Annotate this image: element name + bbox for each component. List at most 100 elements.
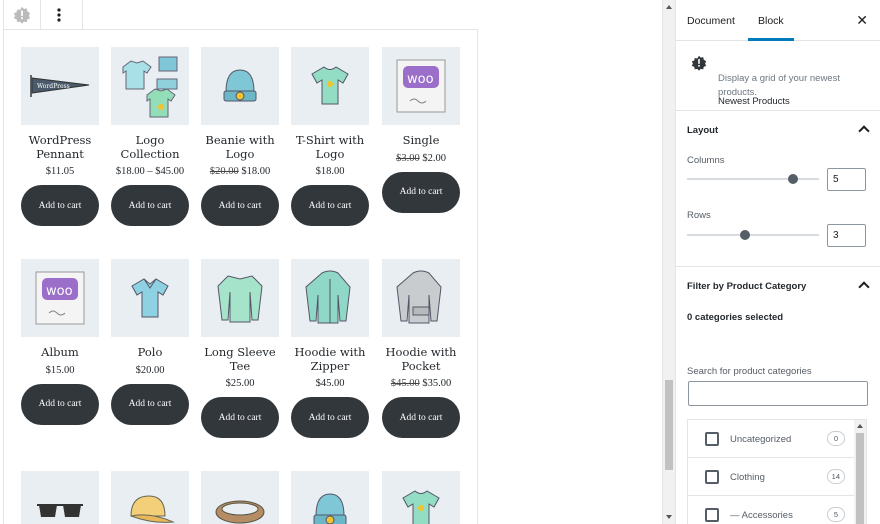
product-title[interactable]: T-Shirt with Logo <box>285 133 375 161</box>
woo-album-icon: woo <box>35 271 85 325</box>
add-to-cart-button[interactable]: Add to cart <box>291 397 369 438</box>
product-card <box>15 471 105 524</box>
product-image[interactable] <box>382 259 460 337</box>
category-name: Clothing <box>730 472 765 483</box>
category-item[interactable]: Clothing 14 <box>688 458 855 496</box>
add-to-cart-button[interactable]: Add to cart <box>382 171 460 213</box>
product-title[interactable]: Beanie with Logo <box>195 133 285 161</box>
category-list: Uncategorized 0 Clothing 14 — Accessorie… <box>687 419 867 524</box>
scroll-up-icon[interactable] <box>666 5 672 9</box>
rows-label: Rows <box>687 210 711 221</box>
category-filter-toggle[interactable]: Filter by Product Category <box>676 267 880 307</box>
add-to-cart-button[interactable]: Add to cart <box>201 397 279 438</box>
product-image[interactable] <box>201 47 279 125</box>
block-type-button[interactable] <box>4 0 40 29</box>
category-item[interactable]: Uncategorized 0 <box>688 420 855 458</box>
block-toolbar <box>3 0 83 30</box>
category-filter-panel: Filter by Product Category <box>676 267 880 307</box>
product-card: Hoodie with Pocket $45.00 $35.00 Add to ca… <box>376 259 466 438</box>
scrollbar-thumb[interactable] <box>856 433 864 524</box>
more-options-button[interactable] <box>40 0 76 29</box>
product-image[interactable]: WordPress <box>21 47 99 125</box>
product-image[interactable]: woo <box>21 259 99 337</box>
svg-text:woo: woo <box>407 72 434 87</box>
tab-document[interactable]: Document <box>687 0 735 41</box>
product-image[interactable] <box>111 259 189 337</box>
product-price: $3.00 $2.00 <box>376 153 466 164</box>
star-burst-icon <box>13 6 31 24</box>
rows-slider-handle[interactable] <box>740 230 751 240</box>
sidebar-tabs: Document Block ✕ <box>676 0 880 41</box>
product-current-price: $18.00 <box>315 166 345 177</box>
scrollbar-thumb[interactable] <box>665 380 673 470</box>
category-checkbox[interactable] <box>705 432 719 446</box>
product-current-price: $18.00 <box>241 166 271 177</box>
category-item[interactable]: — Accessories 5 <box>688 496 855 524</box>
product-image[interactable] <box>291 471 369 524</box>
product-title[interactable]: WordPress Pennant <box>15 133 105 161</box>
rows-slider[interactable] <box>687 230 819 240</box>
columns-input[interactable]: 5 <box>827 168 866 191</box>
layout-panel-toggle[interactable]: Layout <box>676 111 880 151</box>
product-image[interactable] <box>201 259 279 337</box>
scroll-up-icon[interactable] <box>857 424 863 428</box>
layout-panel: Layout Columns 5 Rows 3 <box>676 111 880 267</box>
scroll-down-icon[interactable] <box>666 515 672 519</box>
tshirt-icon <box>402 490 440 524</box>
product-title[interactable]: Single <box>376 133 466 148</box>
product-price: $45.00 <box>285 378 375 389</box>
category-checkbox[interactable] <box>705 470 719 484</box>
tab-block[interactable]: Block <box>748 0 794 41</box>
add-to-cart-button[interactable]: Add to cart <box>21 185 99 226</box>
hoodie-icon <box>396 270 442 324</box>
product-image[interactable] <box>21 471 99 524</box>
add-to-cart-button[interactable]: Add to cart <box>201 185 279 226</box>
product-image[interactable] <box>291 259 369 337</box>
product-title[interactable]: Polo <box>105 345 195 360</box>
product-title[interactable]: Hoodie with Pocket <box>376 345 466 373</box>
columns-slider-handle[interactable] <box>787 174 798 184</box>
product-card: WordPress WordPress Pennant $11.05 Add to c… <box>15 47 105 226</box>
product-card: woo Album $15.00 Add to cart <box>15 259 105 425</box>
product-image[interactable]: woo <box>382 47 460 125</box>
product-card <box>285 471 375 524</box>
cap-icon <box>130 495 175 523</box>
product-title[interactable]: Long Sleeve Tee <box>195 345 285 373</box>
settings-sidebar: Document Block ✕ Newest Products Display… <box>675 0 880 524</box>
rows-input[interactable]: 3 <box>827 224 866 247</box>
product-current-price: $45.00 <box>315 378 345 389</box>
add-to-cart-button[interactable]: Add to cart <box>21 383 99 425</box>
product-card: woo Single $3.00 $2.00 Add to cart <box>376 47 466 213</box>
add-to-cart-button[interactable]: Add to cart <box>291 185 369 226</box>
product-card <box>195 471 285 524</box>
columns-slider[interactable] <box>687 174 819 184</box>
close-icon[interactable]: ✕ <box>856 13 868 27</box>
product-price: $18.00 <box>285 166 375 177</box>
product-price: $15.00 <box>15 365 105 376</box>
product-image[interactable] <box>111 47 189 125</box>
category-search-input[interactable] <box>688 381 868 406</box>
canvas-scrollbar[interactable] <box>662 0 675 524</box>
product-price: $25.00 <box>195 378 285 389</box>
product-title[interactable]: Hoodie with Zipper <box>285 345 375 373</box>
product-current-price: $18.00 – $45.00 <box>115 166 185 177</box>
editor-canvas: WordPress WordPress Pennant $11.05 Add to c… <box>0 0 662 524</box>
layout-panel-title: Layout <box>687 125 719 136</box>
add-to-cart-button[interactable]: Add to cart <box>111 383 189 425</box>
category-list-scrollbar[interactable] <box>854 420 866 524</box>
product-image[interactable] <box>201 471 279 524</box>
chevron-up-icon <box>858 125 870 137</box>
belt-icon <box>215 500 265 524</box>
beanie-icon <box>313 493 347 524</box>
add-to-cart-button[interactable]: Add to cart <box>382 397 460 438</box>
category-checkbox[interactable] <box>705 508 719 522</box>
product-title[interactable]: Album <box>15 345 105 360</box>
product-image[interactable] <box>382 471 460 524</box>
product-image[interactable] <box>291 47 369 125</box>
product-price: $11.05 <box>15 166 105 177</box>
product-card: Beanie with Logo $20.00 $18.00 Add to cart <box>195 47 285 226</box>
add-to-cart-button[interactable]: Add to cart <box>111 185 189 226</box>
product-image[interactable] <box>111 471 189 524</box>
product-card <box>105 471 195 524</box>
product-title[interactable]: Logo Collection <box>105 133 195 161</box>
